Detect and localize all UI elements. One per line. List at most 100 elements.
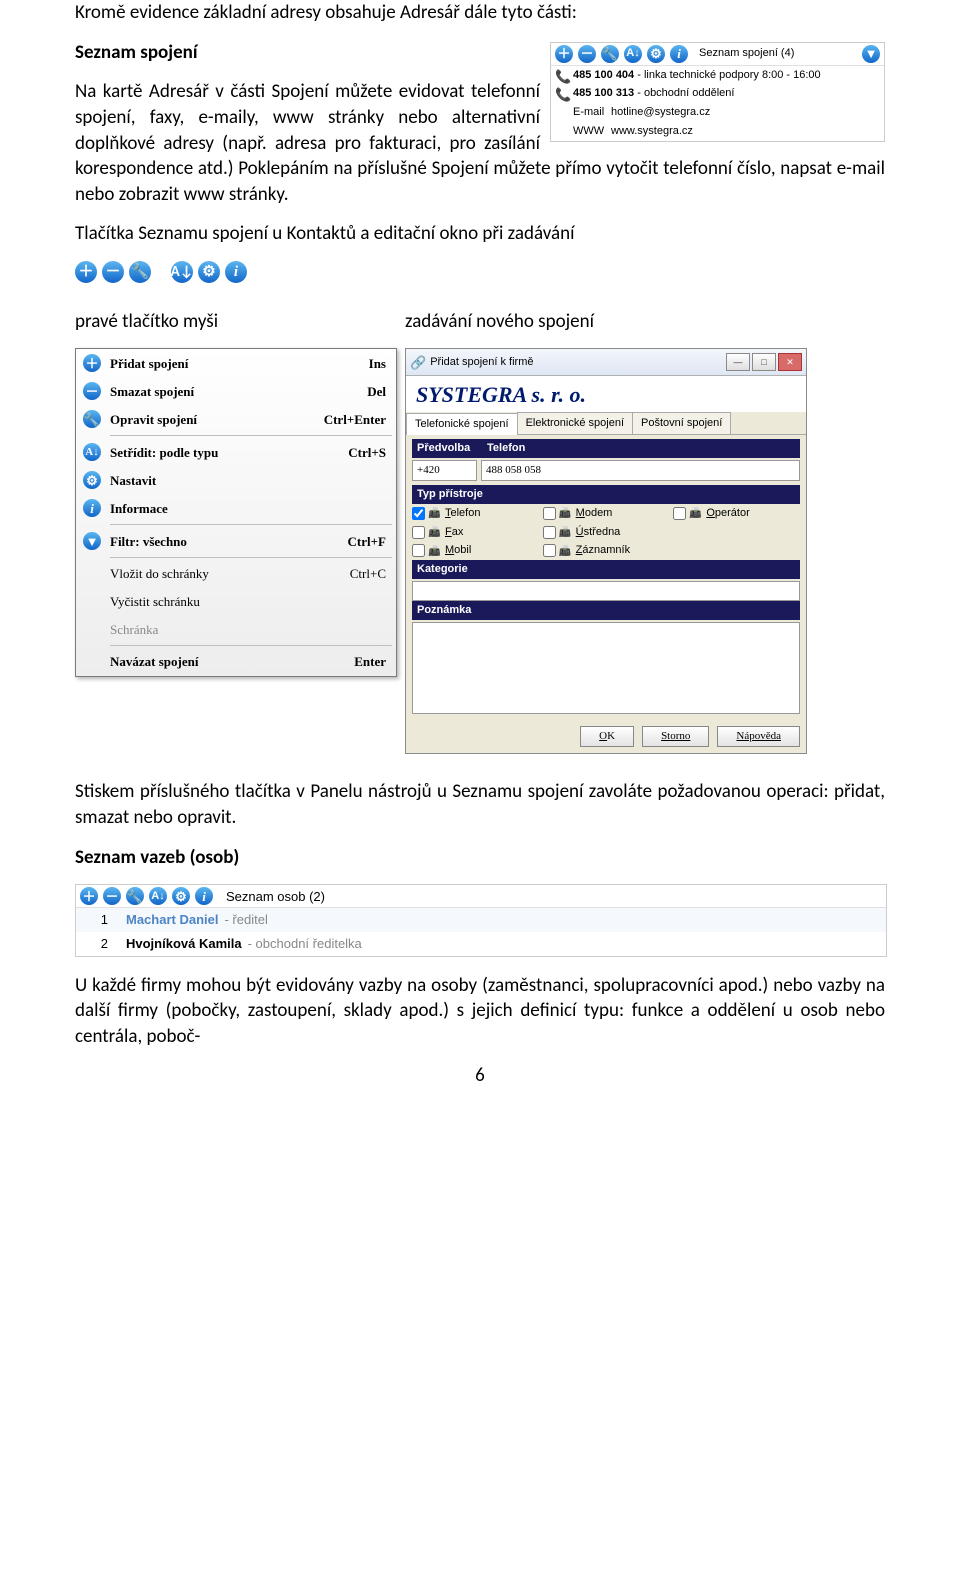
phone-icon: 📞 [555, 68, 571, 86]
minimize-button[interactable]: — [726, 353, 750, 371]
category-input[interactable] [412, 581, 800, 601]
remove-icon[interactable]: － [578, 45, 596, 63]
body-text: U každé firmy mohou být evidovány vazby … [75, 973, 885, 1050]
sort-icon[interactable]: A↓ [171, 261, 193, 283]
toolbar: ＋ － 🔧 A↓ ⚙ i [75, 261, 885, 283]
edit-icon[interactable]: 🔧 [126, 887, 144, 905]
category-label: Kategorie [417, 562, 468, 577]
plus-icon: ＋ [83, 354, 101, 372]
dialog-title: Přidat spojení k firmě [430, 355, 726, 370]
wrench-icon: 🔧 [83, 410, 101, 428]
menu-item-label: Nastavit [110, 472, 386, 490]
menu-item-shortcut: Enter [354, 653, 386, 671]
col-prefix-label: Předvolba [417, 441, 487, 456]
tab-postal[interactable]: Poštovní spojení [632, 412, 731, 434]
menu-item[interactable]: 🔧 Opravit spojeníCtrl+Enter [76, 405, 396, 433]
menu-item-shortcut: Ctrl+C [350, 565, 386, 583]
panel-title: Seznam spojení (4) [699, 46, 794, 61]
menu-item-label: Opravit spojení [110, 411, 324, 429]
close-button[interactable]: ✕ [778, 353, 802, 371]
tab-phone[interactable]: Telefonické spojení [406, 413, 518, 435]
settings-icon[interactable]: ⚙ [647, 45, 665, 63]
dialog-icon: 🔗 [410, 354, 426, 372]
device-checkbox[interactable]: 📠Operátor [673, 506, 800, 521]
device-checkbox[interactable]: 📠Fax [412, 525, 539, 540]
device-checkbox[interactable]: 📠Telefon [412, 506, 539, 521]
info-icon[interactable]: i [670, 45, 688, 63]
section-heading: Seznam vazeb (osob) [75, 845, 885, 871]
connection-row[interactable]: WWWwww.systegra.cz [551, 122, 884, 141]
tab-electronic[interactable]: Elektronické spojení [517, 412, 633, 434]
device-checkbox[interactable]: 📠Záznamník [543, 543, 670, 558]
remove-icon[interactable]: － [102, 261, 124, 283]
menu-item[interactable]: ▼Filtr: všechnoCtrl+F [76, 527, 396, 555]
menu-item-label: Navázat spojení [110, 653, 354, 671]
add-connection-dialog: 🔗 Přidat spojení k firmě — □ ✕ SYSTEGRA … [405, 348, 807, 753]
menu-item[interactable]: － Smazat spojeníDel [76, 377, 396, 405]
gear-icon: ⚙ [83, 471, 101, 489]
sort-icon[interactable]: A↓ [624, 45, 642, 63]
prefix-input[interactable]: +420 [412, 460, 477, 481]
menu-item[interactable]: Vložit do schránkyCtrl+C [76, 560, 396, 588]
menu-item-label: Setřídit: podle typu [110, 444, 348, 462]
person-row[interactable]: 2 Hvojníková Kamila - obchodní ředitelka [76, 932, 886, 956]
sort-icon[interactable]: A↓ [149, 887, 167, 905]
device-type-label: Typ přístroje [417, 487, 483, 502]
menu-item[interactable]: ＋ Přidat spojeníIns [76, 349, 396, 377]
body-text: Stiskem příslušného tlačítka v Panelu ná… [75, 779, 885, 830]
help-button[interactable]: Nápověda [717, 726, 800, 747]
menu-item-shortcut: Ctrl+F [348, 533, 386, 551]
menu-item[interactable]: i Informace [76, 494, 396, 522]
seznam-spojeni-panel: ＋ － 🔧 A↓ ⚙ i Seznam spojení (4) ▼ 📞485 1… [550, 42, 885, 142]
company-name: SYSTEGRA s. r. o. [406, 376, 806, 412]
menu-item-shortcut: Ctrl+Enter [324, 411, 386, 429]
body-text: Tlačítka Seznamu spojení u Kontaktů a ed… [75, 221, 885, 247]
menu-item[interactable]: Vyčistit schránku [76, 588, 396, 616]
edit-icon[interactable]: 🔧 [129, 261, 151, 283]
menu-item[interactable]: A↓ Setřídit: podle typuCtrl+S [76, 438, 396, 466]
add-icon[interactable]: ＋ [555, 45, 573, 63]
phone-icon: 📞 [555, 86, 571, 104]
connection-row[interactable]: E-mailhotline@systegra.cz [551, 103, 884, 122]
note-input[interactable] [412, 622, 800, 714]
menu-item-shortcut: Ctrl+S [348, 444, 386, 462]
info-icon: i [83, 499, 101, 517]
remove-icon[interactable]: － [103, 887, 121, 905]
page-number: 6 [75, 1063, 885, 1089]
settings-icon[interactable]: ⚙ [172, 887, 190, 905]
menu-item-label: Přidat spojení [110, 355, 369, 373]
cancel-button[interactable]: Storno [642, 726, 709, 747]
sort-icon: A↓ [83, 443, 101, 461]
add-icon[interactable]: ＋ [75, 261, 97, 283]
menu-item-label: Schránka [110, 621, 386, 639]
menu-item[interactable]: Navázat spojeníEnter [76, 648, 396, 676]
info-icon[interactable]: i [225, 261, 247, 283]
add-icon[interactable]: ＋ [80, 887, 98, 905]
column-heading: pravé tlačítko myši [75, 309, 395, 335]
note-label: Poznámka [417, 603, 471, 618]
maximize-button[interactable]: □ [752, 353, 776, 371]
menu-item-label: Vyčistit schránku [110, 593, 386, 611]
device-checkbox[interactable]: 📠Ústředna [543, 525, 670, 540]
seznam-osob-panel: ＋ － 🔧 A↓ ⚙ i Seznam osob (2) 1 Machart D… [75, 884, 887, 956]
filter-icon[interactable]: ▼ [862, 45, 880, 63]
menu-item-label: Smazat spojení [110, 383, 367, 401]
menu-item-label: Informace [110, 500, 386, 518]
phone-input[interactable]: 488 058 058 [481, 460, 800, 481]
ok-button[interactable]: OK [580, 726, 634, 747]
connection-row[interactable]: 📞485 100 404 - linka technické podpory 8… [551, 66, 884, 85]
edit-icon[interactable]: 🔧 [601, 45, 619, 63]
person-row[interactable]: 1 Machart Daniel - ředitel [76, 908, 886, 932]
device-checkbox[interactable]: 📠Mobil [412, 543, 539, 558]
connection-row[interactable]: 📞485 100 313 - obchodní oddělení [551, 84, 884, 103]
col-phone-label: Telefon [487, 441, 525, 456]
menu-item: Schránka [76, 616, 396, 644]
info-icon[interactable]: i [195, 887, 213, 905]
panel-title: Seznam osob (2) [226, 888, 325, 906]
device-checkbox[interactable]: 📠Modem [543, 506, 670, 521]
menu-item[interactable]: ⚙ Nastavit [76, 466, 396, 494]
menu-item-shortcut: Ins [369, 355, 386, 373]
minus-icon: － [83, 382, 101, 400]
settings-icon[interactable]: ⚙ [198, 261, 220, 283]
menu-item-shortcut: Del [367, 383, 386, 401]
